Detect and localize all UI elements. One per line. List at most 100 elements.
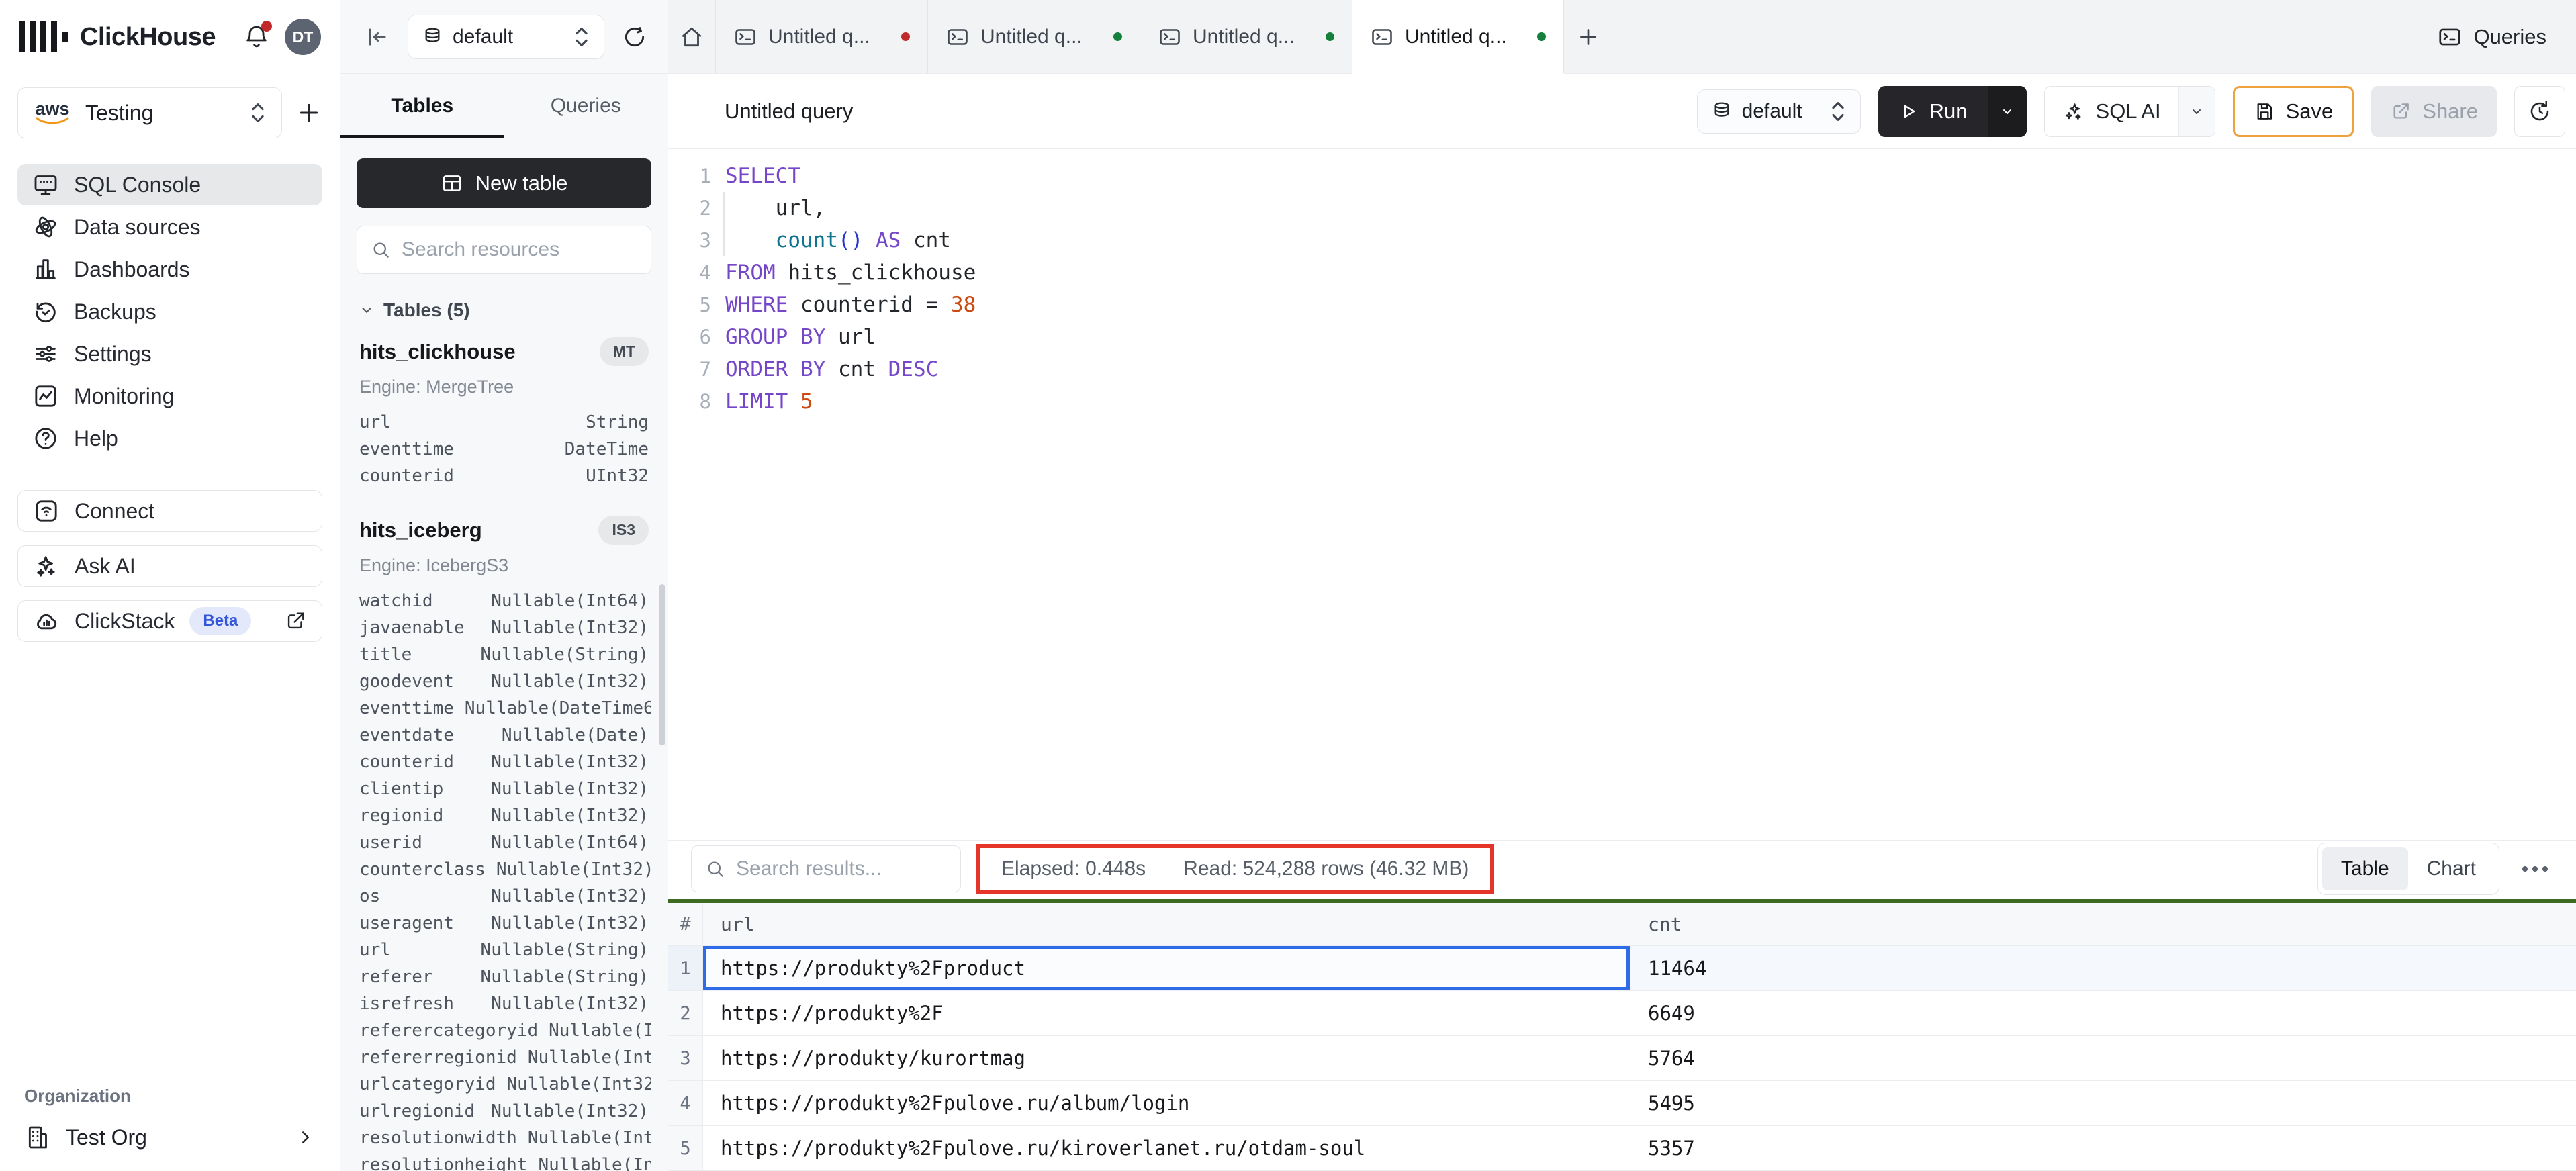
field-row[interactable]: resolutionheightNullable(In xyxy=(357,1155,651,1171)
clickstack-button[interactable]: ClickStackBeta xyxy=(17,600,322,642)
query-tab-3[interactable]: Untitled q... xyxy=(1140,0,1352,73)
column-header-index[interactable]: # xyxy=(668,903,703,945)
cnt-cell[interactable]: 11464 xyxy=(1630,946,2576,990)
sidebar-item-data-sources[interactable]: Data sources xyxy=(17,206,322,248)
query-tab-1[interactable]: Untitled q... xyxy=(715,0,927,73)
table-header[interactable]: hits_clickhouseMT xyxy=(357,337,651,366)
url-cell[interactable]: https://produkty%2F xyxy=(703,991,1630,1035)
field-row[interactable]: useragentNullable(Int32) xyxy=(357,913,651,940)
field-row[interactable]: urlString xyxy=(357,412,651,439)
database-selector-top[interactable]: default xyxy=(408,15,604,59)
field-row[interactable]: counterclassNullable(Int32) xyxy=(357,859,651,886)
home-button[interactable] xyxy=(668,0,715,73)
organization-entry[interactable]: Test Org xyxy=(17,1124,322,1151)
results-search-input[interactable] xyxy=(736,857,995,880)
field-row[interactable]: eventtimeNullable(DateTime6 xyxy=(357,698,651,725)
result-row-5[interactable]: 5https://produkty%2Fpulove.ru/kiroverlan… xyxy=(668,1126,2576,1171)
run-button-label: Run xyxy=(1929,99,1968,124)
url-cell[interactable]: https://produkty%2Fpulove.ru/kiroverlane… xyxy=(703,1126,1630,1170)
field-row[interactable]: javaenableNullable(Int32) xyxy=(357,618,651,645)
console-icon xyxy=(32,171,59,198)
queries-button[interactable]: Queries xyxy=(2407,0,2576,73)
cnt-cell[interactable]: 5764 xyxy=(1630,1036,2576,1080)
query-history-button[interactable] xyxy=(2514,86,2565,137)
sidebar-item-settings[interactable]: Settings xyxy=(17,333,322,375)
panel-tab-tables[interactable]: Tables xyxy=(340,74,504,138)
field-row[interactable]: eventtimeDateTime xyxy=(357,439,651,466)
result-row-1[interactable]: 1https://produkty%2Fproduct11464 xyxy=(668,946,2576,991)
view-toggle-table[interactable]: Table xyxy=(2322,847,2408,890)
panel-scrollbar[interactable] xyxy=(659,584,665,745)
cnt-cell[interactable]: 5495 xyxy=(1630,1081,2576,1125)
result-row-4[interactable]: 4https://produkty%2Fpulove.ru/album/logi… xyxy=(668,1081,2576,1126)
results-search[interactable] xyxy=(691,845,961,892)
field-row[interactable]: titleNullable(String) xyxy=(357,645,651,671)
field-row[interactable]: urlNullable(String) xyxy=(357,940,651,967)
query-tab-4[interactable]: Untitled q... xyxy=(1352,0,1564,73)
resource-search-input[interactable] xyxy=(402,238,661,261)
field-row[interactable]: referercategoryidNullable(I xyxy=(357,1021,651,1047)
field-row[interactable]: counteridUInt32 xyxy=(357,466,651,493)
tables-section-header[interactable]: Tables (5) xyxy=(357,299,651,321)
field-row[interactable]: watchidNullable(Int64) xyxy=(357,591,651,618)
result-row-3[interactable]: 3https://produkty/kurortmag5764 xyxy=(668,1036,2576,1081)
field-row[interactable]: clientipNullable(Int32) xyxy=(357,779,651,806)
resource-search[interactable] xyxy=(357,226,651,274)
field-row[interactable]: osNullable(Int32) xyxy=(357,886,651,913)
sql-ai-options-button[interactable] xyxy=(2178,87,2215,136)
field-name: isrefresh xyxy=(359,994,454,1014)
field-row[interactable]: resolutionwidthNullable(Int xyxy=(357,1128,651,1155)
query-title[interactable]: Untitled query xyxy=(725,99,853,124)
column-header-cnt[interactable]: cnt xyxy=(1630,903,2576,945)
sql-ai-button[interactable]: SQL AI xyxy=(2044,86,2215,137)
collapse-sidebar-icon[interactable] xyxy=(365,24,390,50)
new-tab-button[interactable] xyxy=(1564,0,1612,73)
database-selector-editor[interactable]: default xyxy=(1697,89,1861,134)
url-cell[interactable]: https://produkty%2Fproduct xyxy=(703,946,1630,990)
new-table-button[interactable]: New table xyxy=(357,158,651,208)
field-row[interactable]: goodeventNullable(Int32) xyxy=(357,671,651,698)
cnt-cell[interactable]: 5357 xyxy=(1630,1126,2576,1170)
field-row[interactable]: eventdateNullable(Date) xyxy=(357,725,651,752)
sidebar-item-backups[interactable]: Backups xyxy=(17,291,322,332)
code-text: url, xyxy=(711,192,825,224)
field-row[interactable]: urlregionidNullable(Int32) xyxy=(357,1101,651,1128)
cnt-cell[interactable]: 6649 xyxy=(1630,991,2576,1035)
share-button[interactable]: Share xyxy=(2371,86,2497,137)
url-cell[interactable]: https://produkty%2Fpulove.ru/album/login xyxy=(703,1081,1630,1125)
service-selector[interactable]: aws Testing xyxy=(17,87,282,138)
view-toggle-chart[interactable]: Chart xyxy=(2408,847,2495,890)
connect-button[interactable]: Connect xyxy=(17,490,322,532)
run-options-button[interactable] xyxy=(1988,86,2027,137)
field-name: referer xyxy=(359,967,433,987)
save-button[interactable]: Save xyxy=(2233,86,2354,137)
sidebar-item-dashboards[interactable]: Dashboards xyxy=(17,248,322,290)
url-cell[interactable]: https://produkty/kurortmag xyxy=(703,1036,1630,1080)
tab-label: Untitled q... xyxy=(980,26,1103,48)
sql-editor[interactable]: 1SELECT2 url,3 count() AS cnt4FROM hits_… xyxy=(668,149,2576,840)
refresh-icon[interactable] xyxy=(622,24,647,50)
result-row-2[interactable]: 2https://produkty%2F6649 xyxy=(668,991,2576,1036)
field-row[interactable]: refererregionidNullable(Int xyxy=(357,1047,651,1074)
field-row[interactable]: useridNullable(Int64) xyxy=(357,833,651,859)
table-header[interactable]: hits_icebergIS3 xyxy=(357,516,651,545)
panel-tab-queries[interactable]: Queries xyxy=(504,74,668,138)
sidebar-item-sql-console[interactable]: SQL Console xyxy=(17,164,322,205)
ask-ai-button[interactable]: Ask AI xyxy=(17,545,322,587)
sidebar-item-help[interactable]: Help xyxy=(17,418,322,459)
more-options-icon[interactable] xyxy=(2518,866,2552,872)
field-row[interactable]: regionidNullable(Int32) xyxy=(357,806,651,833)
clickhouse-logo-icon xyxy=(19,21,68,52)
query-tab-2[interactable]: Untitled q... xyxy=(927,0,1140,73)
add-service-button[interactable] xyxy=(295,99,322,126)
field-row[interactable]: urlcategoryidNullable(Int32 xyxy=(357,1074,651,1101)
notifications-button[interactable] xyxy=(243,24,270,50)
field-row[interactable]: refererNullable(String) xyxy=(357,967,651,994)
field-row[interactable]: counteridNullable(Int32) xyxy=(357,752,651,779)
sidebar-item-monitoring[interactable]: Monitoring xyxy=(17,375,322,417)
field-row[interactable]: isrefreshNullable(Int32) xyxy=(357,994,651,1021)
clickhouse-logo[interactable]: ClickHouse xyxy=(19,21,216,52)
run-button[interactable]: Run xyxy=(1878,86,2027,137)
column-header-url[interactable]: url xyxy=(703,903,1630,945)
avatar[interactable]: DT xyxy=(285,19,321,55)
